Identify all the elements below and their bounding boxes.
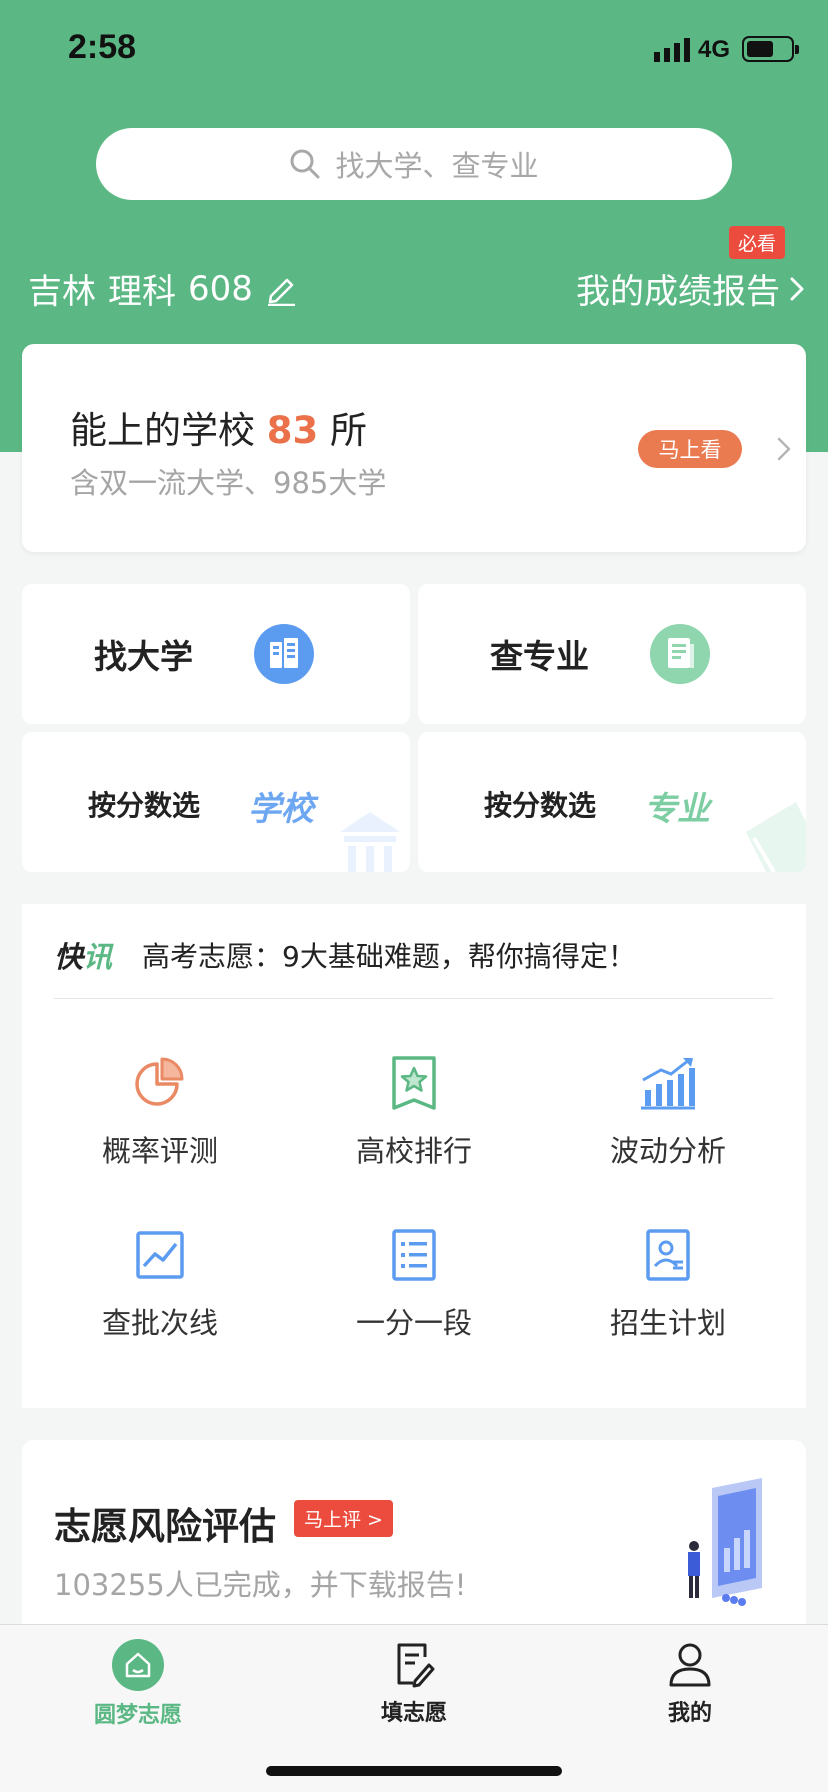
profile-doc-icon (646, 1229, 690, 1281)
analysis-illustration-icon (688, 1478, 762, 1606)
view-now-button[interactable]: 马上看 (638, 430, 742, 468)
grid-label: 高校排行 (355, 1134, 472, 1168)
signal-icon (654, 38, 690, 62)
line-chart-icon (136, 1231, 184, 1279)
find-university-label: 找大学 (94, 637, 193, 676)
edit-doc-icon (397, 1643, 435, 1688)
edit-icon[interactable] (265, 272, 297, 306)
tab-label: 我的 (667, 1701, 712, 1726)
pie-chart-icon (135, 1057, 184, 1106)
select-major-by-score-tile[interactable]: 按分数选 专业 (418, 732, 806, 872)
score-report-link[interactable]: 我的成绩报告 (576, 264, 806, 313)
news-tag-a: 快 (54, 940, 84, 974)
grid-label: 概率评测 (101, 1134, 218, 1168)
search-icon (290, 149, 320, 179)
probability-test-item[interactable]: 概率评测 (50, 1054, 270, 1184)
major-document-icon (650, 624, 710, 684)
search-placeholder: 找大学、查专业 (335, 149, 539, 183)
by-score-label: 按分数选 (484, 789, 597, 822)
grid-label: 波动分析 (609, 1134, 726, 1168)
news-ticker[interactable]: 快讯 高考志愿：9大基础难题，帮你搞得定！ (54, 934, 636, 976)
tab-mine[interactable]: 我的 (600, 1639, 780, 1727)
fluctuation-analysis-item[interactable]: 波动分析 (558, 1054, 778, 1184)
network-type: 4G (698, 36, 731, 63)
evaluate-now-badge[interactable]: 马上评 > (294, 1500, 393, 1537)
list-doc-icon (392, 1229, 436, 1281)
news-headline: 高考志愿：9大基础难题，帮你搞得定！ (142, 940, 636, 973)
chevron-right-icon (777, 437, 791, 461)
risk-title: 志愿风险评估 (54, 1505, 276, 1548)
news-tag: 快讯 (54, 934, 112, 976)
tools-panel: 快讯 高考志愿：9大基础难题，帮你搞得定！ 概率评测 高校排行 波动分析 查批次… (22, 904, 806, 1408)
divider (54, 998, 774, 999)
school-building-watermark-icon (340, 812, 400, 872)
tab-fill-volunteer[interactable]: 填志愿 (324, 1639, 504, 1727)
schools-count: 83 (266, 409, 319, 452)
admission-plan-item[interactable]: 招生计划 (558, 1226, 778, 1356)
home-indicator (266, 1766, 562, 1776)
find-major-tile[interactable]: 查专业 (418, 584, 806, 724)
risk-subtitle: 103255人已完成，并下载报告! (54, 1568, 467, 1602)
province-label: 吉林 (28, 272, 96, 312)
find-major-label: 查专业 (490, 637, 589, 676)
ranking-star-icon (392, 1056, 436, 1110)
reachable-schools-subtitle: 含双一流大学、985大学 (70, 466, 387, 500)
book-watermark-icon (746, 802, 806, 872)
reachable-schools-card[interactable]: 能上的学校 83 所 含双一流大学、985大学 马上看 (22, 344, 806, 552)
user-icon (669, 1643, 711, 1687)
risk-assessment-card[interactable]: 志愿风险评估 马上评 > 103255人已完成，并下载报告! (22, 1440, 806, 1650)
battery-icon (742, 36, 799, 62)
major-accent-label: 专业 (644, 789, 710, 828)
reachable-schools-title: 能上的学校 83 所 (70, 400, 367, 454)
search-bar[interactable]: 找大学、查专业 (96, 128, 732, 200)
grid-label: 一分一段 (355, 1306, 472, 1340)
university-building-icon (254, 624, 314, 684)
status-time: 2:58 (68, 28, 137, 66)
title-prefix: 能上的学校 (70, 409, 255, 452)
tab-dream-volunteer[interactable]: 圆梦志愿 (48, 1639, 228, 1729)
title-suffix: 所 (330, 409, 368, 452)
university-ranking-item[interactable]: 高校排行 (304, 1054, 524, 1184)
chevron-right-icon (790, 277, 804, 300)
news-tag-b: 讯 (83, 940, 113, 974)
tab-label: 填志愿 (380, 1701, 447, 1726)
score-report-label: 我的成绩报告 (576, 272, 780, 312)
batch-line-item[interactable]: 查批次线 (50, 1226, 270, 1356)
home-icon (112, 1639, 164, 1691)
grid-label: 招生计划 (609, 1306, 726, 1340)
by-score-label: 按分数选 (88, 789, 201, 822)
grid-label: 查批次线 (101, 1306, 218, 1340)
subject-label: 理科 (108, 272, 176, 312)
score-segment-item[interactable]: 一分一段 (304, 1226, 524, 1356)
trend-bars-icon (641, 1058, 695, 1110)
score-value: 608 (188, 268, 253, 309)
score-info[interactable]: 吉林 理科 608 (28, 264, 297, 313)
tab-label: 圆梦志愿 (93, 1703, 182, 1728)
select-school-by-score-tile[interactable]: 按分数选 学校 (22, 732, 410, 872)
status-bar: 2:58 4G (0, 0, 828, 100)
school-accent-label: 学校 (248, 789, 314, 828)
must-see-badge: 必看 (729, 226, 786, 259)
find-university-tile[interactable]: 找大学 (22, 584, 410, 724)
